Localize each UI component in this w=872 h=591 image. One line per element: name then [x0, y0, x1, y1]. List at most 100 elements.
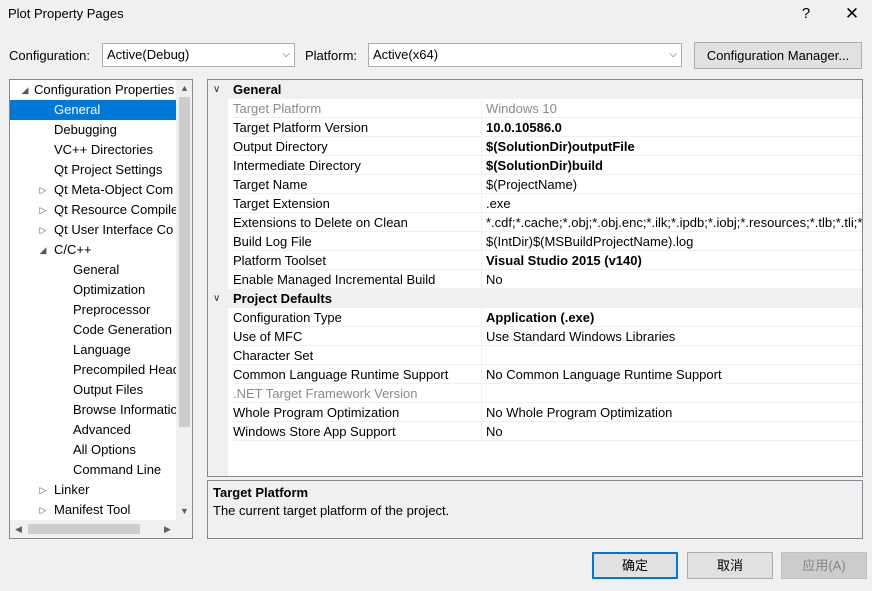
tree-item[interactable]: Advanced [10, 420, 176, 440]
property-row[interactable]: Target Platform Windows 10 [208, 99, 862, 118]
collapsed-arrow-icon[interactable]: ▷ [38, 500, 48, 520]
scroll-left-icon[interactable]: ◀ [10, 520, 27, 538]
property-value[interactable]: No [481, 422, 862, 441]
property-value[interactable]: No Common Language Runtime Support [481, 365, 862, 384]
category-tree[interactable]: ◢ Configuration Properties General Debuggin… [9, 79, 193, 539]
tree-item[interactable]: Output Files [10, 380, 176, 400]
close-button[interactable]: ✕ [840, 4, 864, 24]
description-title: Target Platform [213, 485, 309, 500]
property-value[interactable]: $(SolutionDir)build [481, 156, 862, 175]
property-value[interactable]: No [481, 270, 862, 289]
property-row[interactable]: Target Platform Version 10.0.10586.0 [208, 118, 862, 137]
tree-item[interactable]: Code Generation [10, 320, 176, 340]
property-value[interactable]: Visual Studio 2015 (v140) [481, 251, 862, 270]
property-row[interactable]: Common Language Runtime Support No Common… [208, 365, 862, 384]
property-row[interactable]: Target Extension .exe [208, 194, 862, 213]
property-row[interactable]: Use of MFC Use Standard Windows Libraries [208, 327, 862, 346]
property-row[interactable]: Platform Toolset Visual Studio 2015 (v140… [208, 251, 862, 270]
property-value[interactable]: Application (.exe) [481, 308, 862, 327]
property-grid[interactable]: ∨ General Target Platform Windows 10 Target … [207, 79, 863, 477]
tree-item[interactable]: Command Line [10, 460, 176, 480]
tree-vertical-scrollbar[interactable]: ▲ ▼ [176, 80, 192, 520]
property-row[interactable]: Build Log File $(IntDir)$(MSBuildProjectN… [208, 232, 862, 251]
tree-item[interactable]: ▷ Qt Resource Compile [10, 200, 176, 220]
chevron-down-icon[interactable]: ∨ [213, 289, 220, 308]
collapsed-arrow-icon[interactable]: ▷ [38, 200, 48, 220]
property-value[interactable]: 10.0.10586.0 [481, 118, 862, 137]
tree-item[interactable]: Precompiled Head [10, 360, 176, 380]
property-row[interactable]: Extensions to Delete on Clean *.cdf;*.cac… [208, 213, 862, 232]
tree-item[interactable]: Browse Informatio [10, 400, 176, 420]
property-name: Character Set [233, 346, 481, 365]
expanded-arrow-icon[interactable]: ◢ [20, 80, 30, 100]
property-row[interactable]: Character Set [208, 346, 862, 365]
property-value[interactable] [481, 384, 862, 403]
window-title: Plot Property Pages [8, 6, 124, 21]
property-row[interactable]: Enable Managed Incremental Build No [208, 270, 862, 289]
configuration-label: Configuration: [9, 48, 90, 63]
property-row[interactable]: Configuration Type Application (.exe) [208, 308, 862, 327]
platform-dropdown[interactable]: Active(x64) ⌵ [368, 43, 682, 67]
help-button[interactable]: ? [794, 4, 818, 24]
tree-item[interactable]: Preprocessor [10, 300, 176, 320]
configuration-manager-button[interactable]: Configuration Manager... [694, 42, 862, 69]
tree-item[interactable]: ◢ Configuration Properties [10, 80, 176, 100]
collapsed-arrow-icon[interactable]: ▷ [38, 480, 48, 500]
property-name: Target Platform Version [233, 118, 481, 137]
property-row[interactable]: Whole Program Optimization No Whole Progr… [208, 403, 862, 422]
tree-item-label: Precompiled Head [73, 362, 176, 377]
chevron-down-icon[interactable]: ∨ [213, 80, 220, 99]
scroll-thumb[interactable] [179, 97, 190, 427]
platform-label: Platform: [305, 48, 358, 63]
collapsed-arrow-icon[interactable]: ▷ [38, 220, 48, 240]
tree-item[interactable]: VC++ Directories [10, 140, 176, 160]
property-row[interactable]: Intermediate Directory $(SolutionDir)buil… [208, 156, 862, 175]
scroll-down-icon[interactable]: ▼ [176, 503, 192, 520]
tree-horizontal-scrollbar[interactable]: ◀ ▶ [10, 520, 176, 538]
tree-item[interactable]: General [10, 260, 176, 280]
category-header[interactable]: ∨ Project Defaults [208, 289, 862, 308]
property-value[interactable]: Windows 10 [481, 99, 862, 118]
property-name: Windows Store App Support [233, 422, 481, 441]
tree-item[interactable]: Language [10, 340, 176, 360]
tree-item[interactable]: ▷ Qt User Interface Co [10, 220, 176, 240]
scroll-right-icon[interactable]: ▶ [159, 520, 176, 538]
property-value[interactable]: $(SolutionDir)outputFile [481, 137, 862, 156]
category-header[interactable]: ∨ General [208, 80, 862, 99]
property-rows: ∨ General Target Platform Windows 10 Target … [208, 80, 862, 441]
property-row[interactable]: Target Name $(ProjectName) [208, 175, 862, 194]
property-row[interactable]: Output Directory $(SolutionDir)outputFile [208, 137, 862, 156]
tree-item-label: Preprocessor [73, 302, 151, 317]
scroll-thumb[interactable] [28, 524, 140, 534]
scroll-up-icon[interactable]: ▲ [176, 80, 192, 97]
expanded-arrow-icon[interactable]: ◢ [38, 240, 48, 260]
tree-item[interactable]: Debugging [10, 120, 176, 140]
tree-item[interactable]: ▷ Linker [10, 480, 176, 500]
cancel-button[interactable]: 取消 [687, 552, 773, 579]
tree-item[interactable]: All Options [10, 440, 176, 460]
property-value[interactable] [481, 346, 862, 365]
collapsed-arrow-icon[interactable]: ▷ [38, 180, 48, 200]
property-value[interactable]: $(ProjectName) [481, 175, 862, 194]
tree-item[interactable]: ▷ Manifest Tool [10, 500, 176, 520]
tree-item[interactable]: ▷ Qt Meta-Object Com [10, 180, 176, 200]
property-row[interactable]: Windows Store App Support No [208, 422, 862, 441]
property-name: Target Name [233, 175, 481, 194]
tree-item-label: Output Files [73, 382, 144, 397]
property-value[interactable]: .exe [481, 194, 862, 213]
ok-button[interactable]: 确定 [592, 552, 678, 579]
property-row[interactable]: .NET Target Framework Version [208, 384, 862, 403]
tree-item-label: Debugging [54, 122, 117, 137]
property-value[interactable]: *.cdf;*.cache;*.obj;*.obj.enc;*.ilk;*.ip… [481, 213, 862, 232]
property-value[interactable]: No Whole Program Optimization [481, 403, 862, 422]
configuration-dropdown[interactable]: Active(Debug) ⌵ [102, 43, 295, 67]
property-name: .NET Target Framework Version [233, 384, 481, 403]
tree-item[interactable]: ◢ C/C++ [10, 240, 176, 260]
apply-button[interactable]: 应用(A) [781, 552, 867, 579]
tree-item[interactable]: Optimization [10, 280, 176, 300]
property-value[interactable]: Use Standard Windows Libraries [481, 327, 862, 346]
tree-item[interactable]: Qt Project Settings [10, 160, 176, 180]
property-value[interactable]: $(IntDir)$(MSBuildProjectName).log [481, 232, 862, 251]
tree-item[interactable]: General [10, 100, 176, 120]
description-text: The current target platform of the proje… [213, 503, 450, 518]
